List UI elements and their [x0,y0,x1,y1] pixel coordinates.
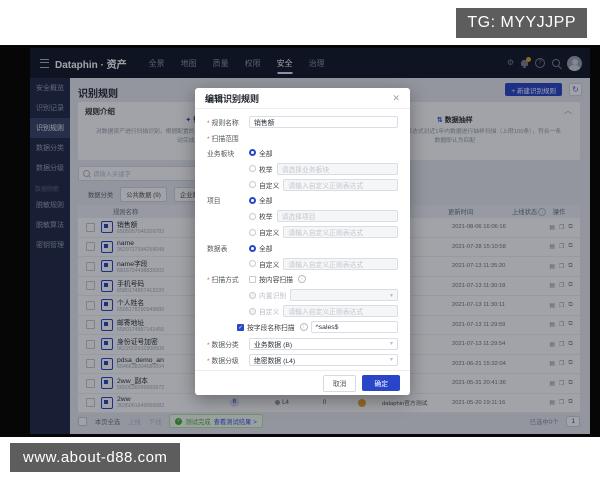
site-watermark: www.about-d88.com [10,443,180,472]
data-class-label: 数据分类 [207,339,249,349]
data-grade-label: 数据分级 [207,355,249,365]
table-custom-radio[interactable] [249,260,256,267]
close-icon[interactable]: ✕ [392,93,400,104]
biz-all-radio[interactable] [249,149,256,156]
modal-header: 编辑识别规则 ✕ [195,88,410,109]
field-pattern-input[interactable]: ^sales$ [311,321,398,333]
cancel-button[interactable]: 取消 [323,375,357,392]
scan-method-label: 扫描方式 [207,274,249,284]
data-grade-select[interactable]: 绝密数据 (L4) [249,354,398,366]
builtin-select[interactable] [290,289,398,301]
biz-custom-radio[interactable] [249,181,256,188]
by-field-checkbox[interactable] [237,324,244,331]
project-custom-input[interactable]: 请输入自定义正则表达式 [283,226,398,238]
table-custom-input[interactable]: 请输入自定义正则表达式 [283,258,398,270]
edit-rule-modal: 编辑识别规则 ✕ 规则名称 销售额 扫描范围 业务板块 全部 [195,88,410,395]
dataphin-app: Dataphin · 资产 全景 地图 质量 权限 安全 治理 ? 安全概览 识… [30,48,590,434]
scan-scope-label: 扫描范围 [207,133,249,143]
table-all-radio[interactable] [249,245,256,252]
modal-body: 规则名称 销售额 扫描范围 业务板块 全部 枚举 请选择业务板块 [195,109,410,370]
chevron-down-icon [390,340,393,347]
biz-enum-radio[interactable] [249,165,256,172]
data-class-select[interactable]: 业务数据 (B) [249,338,398,350]
by-content-checkbox[interactable] [249,276,256,283]
biz-custom-input[interactable]: 请输入自定义正则表达式 [283,179,398,191]
biz-enum-select[interactable]: 请选择业务板块 [277,163,398,175]
project-enum-radio[interactable] [249,213,256,220]
modal-footer: 取消 确定 [195,370,410,395]
rule-name-input[interactable]: 销售额 [249,116,398,128]
info-icon [298,275,306,283]
project-enum-select[interactable]: 请选择项目 [277,210,398,222]
modal-title: 编辑识别规则 [205,92,259,105]
data-table-label: 数据表 [207,243,249,253]
tg-watermark: TG: MYYJJPP [456,8,587,38]
project-all-radio[interactable] [249,197,256,204]
info-icon [300,323,308,331]
project-label: 项目 [207,195,249,205]
project-custom-radio[interactable] [249,229,256,236]
screenshot-frame: Dataphin · 资产 全景 地图 质量 权限 安全 治理 ? 安全概览 识… [0,45,600,437]
content-custom-input[interactable]: 请输入自定义正则表达式 [283,305,398,317]
content-custom-radio[interactable] [249,308,256,315]
rule-name-label: 规则名称 [207,117,249,127]
biz-section-label: 业务板块 [207,148,249,158]
builtin-radio[interactable] [249,292,256,299]
chevron-down-icon [390,356,393,363]
confirm-button[interactable]: 确定 [362,375,400,391]
chevron-down-icon [390,292,393,299]
